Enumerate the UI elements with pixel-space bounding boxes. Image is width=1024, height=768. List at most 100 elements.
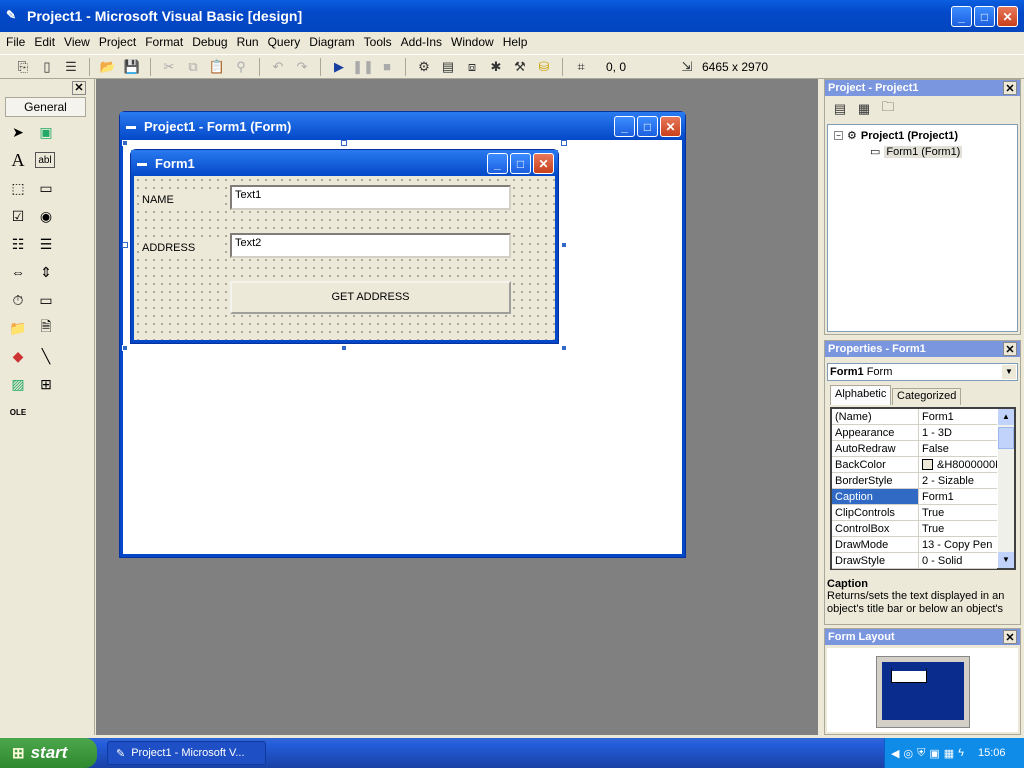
toolbox-close-icon[interactable]: ✕ [72,81,86,95]
properties-close-icon[interactable]: ✕ [1003,342,1017,356]
undo-icon[interactable]: ↶ [269,58,287,76]
tray-network-icon[interactable]: ◎ [903,747,913,760]
menu-project[interactable]: Project [99,35,136,49]
checkbox-icon[interactable]: ☑ [7,205,29,227]
object-selector[interactable]: Form1 Form ▼ [827,363,1018,381]
ole-icon[interactable]: OLE [7,401,29,423]
combobox-icon[interactable]: ☷ [7,233,29,255]
menu-addins[interactable]: Add-Ins [401,35,442,49]
open-icon[interactable]: 📂 [99,58,117,76]
form-layout-close-icon[interactable]: ✕ [1003,630,1017,644]
project-explorer-close-icon[interactable]: ✕ [1003,81,1017,95]
property-value[interactable]: Form1 [919,409,997,424]
form1-minimize-button[interactable]: _ [487,153,508,174]
property-value[interactable]: 13 - Copy Pen [919,537,997,552]
redo-icon[interactable]: ↷ [293,58,311,76]
label-icon[interactable]: A [7,149,29,171]
maximize-button[interactable]: □ [974,6,995,27]
listbox-icon[interactable]: ☰ [35,233,57,255]
textbox-icon[interactable]: abl [35,152,55,168]
end-icon[interactable]: ■ [378,58,396,76]
frame-icon[interactable]: ⬚ [7,177,29,199]
scroll-up-icon[interactable]: ▲ [998,409,1014,425]
line-icon[interactable]: ╲ [35,345,57,367]
tray-security-icon[interactable]: ⛨ [917,747,925,760]
scroll-thumb[interactable] [998,427,1014,449]
property-row[interactable]: DrawMode 13 - Copy Pen [832,537,997,553]
tree-node-project1[interactable]: − ⚙ Project1 (Project1) [834,129,958,142]
object-browser-icon[interactable]: ✱ [487,58,505,76]
break-icon[interactable]: ❚❚ [352,58,374,76]
menu-debug[interactable]: Debug [192,35,227,49]
optionbutton-icon[interactable]: ◉ [35,205,57,227]
property-value[interactable]: Form1 [919,489,997,504]
text2-textbox[interactable]: Text2 [230,233,511,258]
scroll-down-icon[interactable]: ▼ [998,552,1014,568]
picturebox-icon[interactable]: ▣ [35,121,57,143]
menu-query[interactable]: Query [268,35,301,49]
tab-categorized[interactable]: Categorized [892,388,962,405]
property-scrollbar[interactable]: ▲ ▼ [998,409,1014,568]
start-icon[interactable]: ▶ [330,58,348,76]
properties-window-icon[interactable]: ▤ [439,58,457,76]
property-row[interactable]: (Name) Form1 [832,409,997,425]
menu-view[interactable]: View [64,35,90,49]
toggle-folders-icon[interactable]: 🗀 [879,99,897,118]
toolbox-tab-general[interactable]: General [5,97,86,117]
form1-close-button[interactable]: ✕ [533,153,554,174]
property-row[interactable]: ControlBox True [832,521,997,537]
designer-close-button[interactable]: ✕ [660,116,681,137]
form1[interactable]: ▬ Form1 _ □ ✕ NAME ADDRESS Text1 Text2 G… [130,149,559,344]
menu-run[interactable]: Run [237,35,259,49]
data-icon[interactable]: ⊞ [35,373,57,395]
add-project-icon[interactable]: ⎘ [14,58,32,76]
copy-icon[interactable]: ⧉ [184,58,202,76]
project-explorer-icon[interactable]: ⚙ [415,58,433,76]
hscrollbar-icon[interactable]: ⇔ [7,261,29,283]
property-value[interactable]: &H8000000F [919,457,997,472]
data-view-icon[interactable]: ⛁ [535,58,553,76]
menu-edit[interactable]: Edit [34,35,55,49]
tray-app-icon[interactable]: ▦ [944,747,954,760]
drivelistbox-icon[interactable]: ▭ [35,289,57,311]
property-value[interactable]: 0 - Solid [919,553,997,568]
filelistbox-icon[interactable]: 🗎 [35,317,57,339]
menu-help[interactable]: Help [503,35,528,49]
timer-icon[interactable]: ⏱ [7,289,29,311]
property-value[interactable]: True [919,521,997,536]
form-position-preview[interactable] [891,667,927,683]
tree-node-form1[interactable]: ▭ Form1 (Form1) [870,145,963,158]
add-form-icon[interactable]: ▯ [38,58,56,76]
form-layout-icon[interactable]: ⧈ [463,58,481,76]
menu-file[interactable]: File [6,35,25,49]
text1-textbox[interactable]: Text1 [230,185,511,210]
shape-icon[interactable]: ◆ [7,345,29,367]
menu-tools[interactable]: Tools [364,35,392,49]
designer-maximize-button[interactable]: □ [637,116,658,137]
start-button[interactable]: ⊞ start [0,738,97,768]
close-button[interactable]: ✕ [997,6,1018,27]
property-row[interactable]: Caption Form1 [832,489,997,505]
pointer-icon[interactable]: ➤ [7,121,29,143]
tab-alphabetic[interactable]: Alphabetic [830,385,892,405]
property-value[interactable]: 2 - Sizable [919,473,997,488]
property-row[interactable]: BorderStyle 2 - Sizable [832,473,997,489]
find-icon[interactable]: ⚲ [232,58,250,76]
form1-maximize-button[interactable]: □ [510,153,531,174]
property-value[interactable]: 1 - 3D [919,425,997,440]
dropdown-arrow-icon[interactable]: ▼ [1002,365,1016,379]
image-icon[interactable]: ▨ [7,373,29,395]
toolbox-icon[interactable]: ⚒ [511,58,529,76]
property-value[interactable]: False [919,441,997,456]
menu-editor-icon[interactable]: ☰ [62,58,80,76]
minimize-button[interactable]: _ [951,6,972,27]
property-row[interactable]: BackColor &H8000000F [832,457,997,473]
menu-format[interactable]: Format [145,35,183,49]
cut-icon[interactable]: ✂ [160,58,178,76]
property-row[interactable]: AutoRedraw False [832,441,997,457]
save-icon[interactable]: 💾 [123,58,141,76]
property-value[interactable]: True [919,505,997,520]
collapse-icon[interactable]: − [834,131,843,140]
property-row[interactable]: ClipControls True [832,505,997,521]
menu-window[interactable]: Window [451,35,494,49]
